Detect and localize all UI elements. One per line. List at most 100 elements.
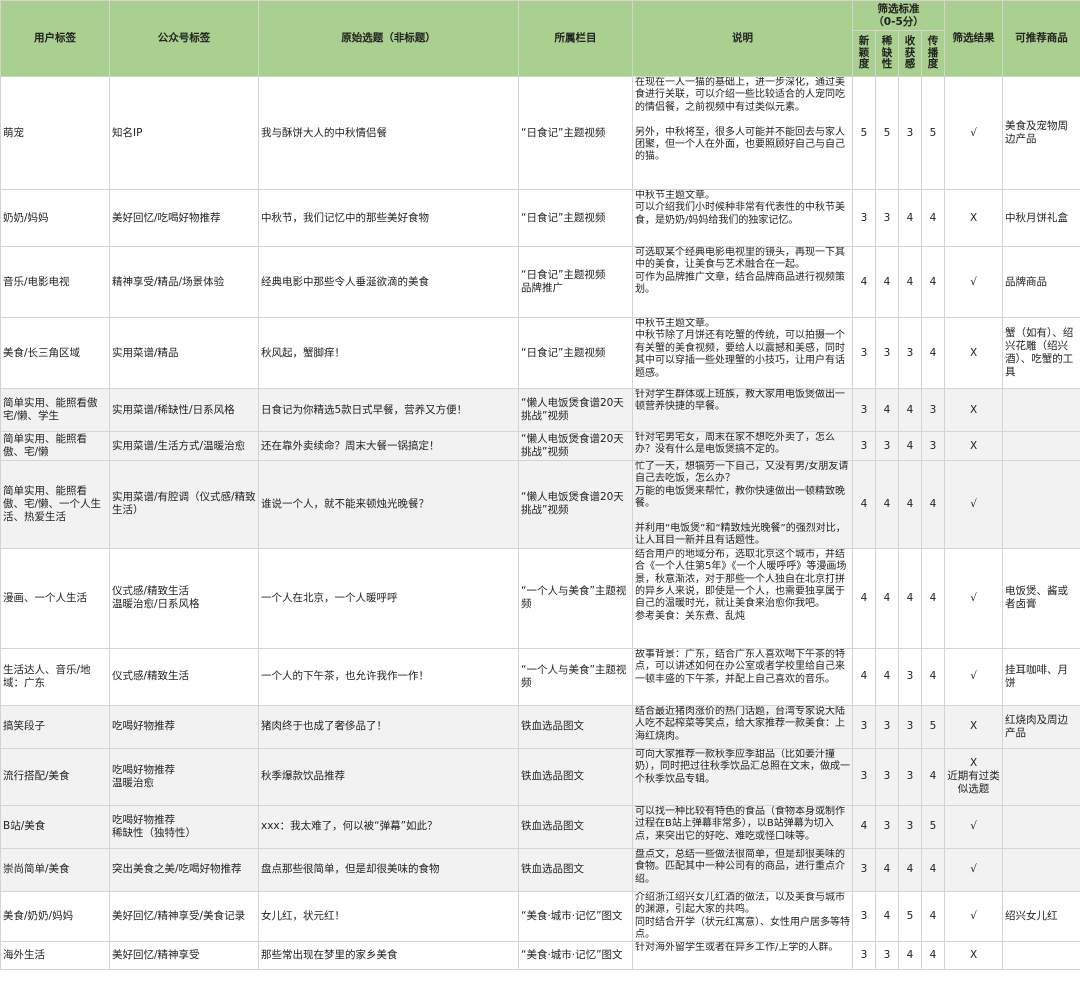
description-cell: 可向大家推荐一款秋季应季甜品（比如姜汁撞奶），同时把过往秋季饮品汇总照在文末，做… [632,747,853,806]
user-tag-cell: 海外生活 [0,941,110,971]
gain-score: 4 [898,246,922,318]
result-cell: X [944,388,1004,432]
topic-cell: 盘点那些很简单，但是却很美味的食物 [258,847,519,892]
scarcity-score: 4 [875,890,899,943]
description-cell: 忙了一天，想犒劳一下自己，又没有男/女朋友请自己去吃饭，怎么办？ 万能的电饭煲来… [632,460,853,549]
account-tag-cell: 实用菜谱/有腔调（仪式感/精致生活） [109,460,259,549]
topic-cell: 我与酥饼大人的中秋情侣餐 [258,76,519,190]
table-row: 简单实用、能照看傲、宅/懒 实用菜谱/生活方式/温暖治愈 还在靠外卖续命？周末大餐一… [0,431,1080,461]
account-tag-cell: 实用菜谱/稀缺性/日系风格 [109,388,259,432]
table-row: 美食/奶奶/妈妈 美好回忆/精神享受/美食记录 女儿红，状元红！ “美食·城市·记忆”… [0,890,1080,943]
products-cell: 红烧肉及周边产品 [1002,704,1080,749]
table-row: 萌宠 知名IP 我与酥饼大人的中秋情侣餐 “日食记”主题视频 在现在一人一猫的基础上，进… [0,76,1080,190]
header-account-tag: 公众号标签 [109,0,259,77]
scarcity-score: 3 [875,189,899,247]
gain-score: 4 [898,941,922,971]
result-cell: √ [944,890,1004,943]
spread-score: 4 [920,317,946,389]
column-cell: “日食记”主题视频 [518,76,633,190]
products-cell: 美食及宠物周边产品 [1002,76,1080,190]
table-row: 简单实用、能照看傲、宅/懒、一个人生活、热爱生活 实用菜谱/有腔调（仪式感/精致生… [0,460,1080,549]
spread-score: 3 [920,388,946,432]
result-cell: X [944,941,1004,971]
gain-score: 3 [898,804,922,849]
products-cell [1002,804,1080,849]
table-row: 漫画、一个人生活 仪式感/精致生活 温暖治愈/日系风格 一个人在北京，一个人暖呼呼 “… [0,547,1080,649]
products-cell [1002,747,1080,806]
user-tag-cell: 萌宠 [0,76,110,190]
description-cell: 介绍浙江绍兴女儿红酒的做法，以及美食与城市的渊源，引起大家的共鸣。 同时结合开学… [632,890,853,943]
header-result: 筛选结果 [944,0,1004,77]
account-tag-cell: 仪式感/精致生活 温暖治愈/日系风格 [109,547,259,649]
spread-score: 5 [920,704,946,749]
gain-score: 3 [898,704,922,749]
scarcity-score: 4 [875,647,899,706]
account-tag-cell: 实用菜谱/精品 [109,317,259,389]
novelty-score: 3 [852,941,876,971]
table-row: 简单实用、能照看傲 宅/懒、学生 实用菜谱/稀缺性/日系风格 日食记为你精选5款日式… [0,388,1080,432]
scarcity-score: 3 [875,804,899,849]
novelty-score: 3 [852,317,876,389]
spread-score: 4 [920,460,946,549]
result-cell: √ [944,460,1004,549]
topic-cell: 那些常出现在梦里的家乡美食 [258,941,519,971]
result-cell: X [944,317,1004,389]
scarcity-score: 3 [875,747,899,806]
table-row: 海外生活 美好回忆/精神享受 那些常出现在梦里的家乡美食 “美食·城市·记忆”图文 针对… [0,941,1080,971]
header-description: 说明 [632,0,853,77]
description-cell: 结合用户的地域分布，选取北京这个城市，并结合《一个人住第5年》《一个人暖呼呼》等… [632,547,853,649]
user-tag-cell: 漫画、一个人生活 [0,547,110,649]
topic-cell: 女儿红，状元红！ [258,890,519,943]
table-row: 音乐/电影电视 精神享受/精品/场景体验 经典电影中那些令人垂涎欲滴的美食 “日食记”… [0,246,1080,318]
header-user-tag: 用户标签 [0,0,110,77]
scarcity-score: 3 [875,704,899,749]
description-cell: 针对海外留学生或者在异乡工作/上学的人群。 [632,941,853,971]
user-tag-cell: 简单实用、能照看傲、宅/懒、一个人生活、热爱生活 [0,460,110,549]
header-scarcity: 稀 缺 性 [875,30,899,77]
column-cell: “日食记”主题视频 [518,317,633,389]
novelty-score: 3 [852,747,876,806]
header-topic: 原始选题（非标题） [258,0,519,77]
table-row: 美食/长三角区域 实用菜谱/精品 秋风起，蟹脚痒！ “日食记”主题视频 中秋节主题文章。… [0,317,1080,389]
column-cell: “日食记”主题视频 品牌推广 [518,246,633,318]
account-tag-cell: 吃喝好物推荐 稀缺性（独特性） [109,804,259,849]
novelty-score: 3 [852,704,876,749]
novelty-score: 4 [852,547,876,649]
account-tag-cell: 精神享受/精品/场景体验 [109,246,259,318]
topic-cell: 猪肉终于也成了奢侈品了！ [258,704,519,749]
scarcity-score: 3 [875,317,899,389]
user-tag-cell: 搞笑段子 [0,704,110,749]
column-cell: “一个人与美食”主题视频 [518,647,633,706]
account-tag-cell: 吃喝好物推荐 [109,704,259,749]
novelty-score: 3 [852,890,876,943]
description-cell: 针对宅男宅女，周末在家不想吃外卖了，怎么办？没有什么是电饭煲搞不定的。 [632,431,853,461]
account-tag-cell: 美好回忆/精神享受 [109,941,259,971]
products-cell: 品牌商品 [1002,246,1080,318]
scarcity-score: 4 [875,547,899,649]
account-tag-cell: 知名IP [109,76,259,190]
gain-score: 4 [898,189,922,247]
user-tag-cell: 流行搭配/美食 [0,747,110,806]
topic-cell: 日食记为你精选5款日式早餐，营养又方便！ [258,388,519,432]
result-cell: √ [944,647,1004,706]
products-cell [1002,460,1080,549]
spread-score: 4 [920,246,946,318]
account-tag-cell: 美好回忆/精神享受/美食记录 [109,890,259,943]
header-spread: 传 播 度 [920,30,946,77]
account-tag-cell: 实用菜谱/生活方式/温暖治愈 [109,431,259,461]
gain-score: 3 [898,647,922,706]
scarcity-score: 3 [875,941,899,971]
description-cell: 结合最近猪肉涨价的热门话题，台湾专家说大陆人吃不起榨菜等笑点，给大家推荐一款美食… [632,704,853,749]
description-cell: 在现在一人一猫的基础上，进一步深化，通过美食进行关联，可以介绍一些比较适合的人宠… [632,76,853,190]
scarcity-score: 4 [875,246,899,318]
spread-score: 4 [920,547,946,649]
products-cell: 挂耳咖啡、月饼 [1002,647,1080,706]
gain-score: 4 [898,847,922,892]
description-cell: 故事背景：广东，结合广东人喜欢喝下午茶的特点，可以讲述如何在办公室或者学校里给自… [632,647,853,706]
table-row: 奶奶/妈妈 美好回忆/吃喝好物推荐 中秋节，我们记忆中的那些美好食物 “日食记”主题视… [0,189,1080,247]
topic-cell: xxx：我太难了，何以被“弹幕”如此？ [258,804,519,849]
result-cell: √ [944,76,1004,190]
scarcity-score: 5 [875,76,899,190]
novelty-score: 4 [852,647,876,706]
result-cell: √ [944,847,1004,892]
